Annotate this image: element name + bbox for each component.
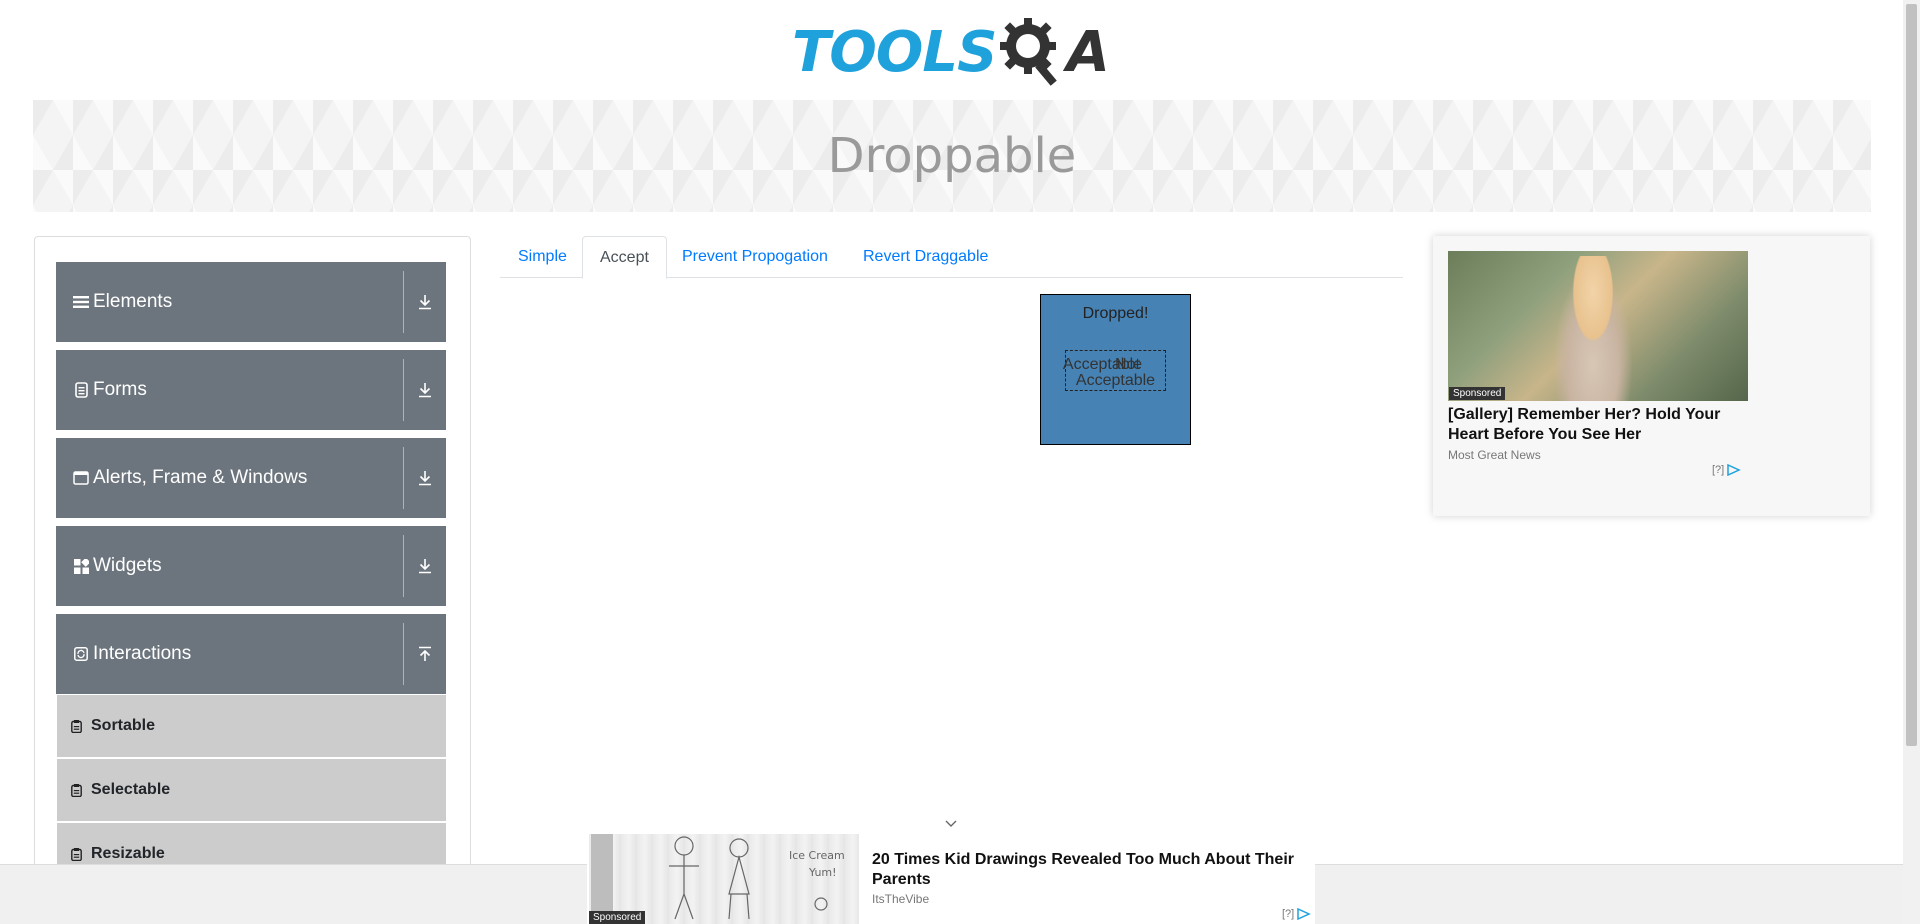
sponsored-badge: Sponsored [589,911,646,924]
sidebar-group-widgets[interactable]: Widgets [56,526,446,606]
not-acceptable-draggable[interactable]: Acceptable [1066,373,1165,389]
ad-info[interactable]: [?] [1282,908,1312,920]
download-arrow-icon[interactable] [404,558,446,574]
tab-revert-draggable[interactable]: Revert Draggable [845,236,1006,278]
sponsored-badge: Sponsored [1449,387,1506,400]
ad-image-person [1548,256,1638,401]
tab-accept[interactable]: Accept [582,236,667,279]
sidebar-item-label: Selectable [91,781,171,798]
sidebar-group-label: Alerts, Frame & Windows [93,467,308,488]
interactions-icon [73,646,89,662]
sidebar-group-forms[interactable]: Forms [56,350,446,430]
sidebar-item-label: Sortable [91,717,156,734]
svg-text:Ice Cream: Ice Cream [789,849,845,862]
draggable-stack[interactable]: Acceptable Not Acceptable [1063,350,1166,391]
logo-suffix: A [1066,19,1110,85]
adchoices-icon[interactable] [1727,464,1742,476]
page-scrollbar[interactable] [1903,0,1920,924]
ad-image[interactable]: Ice Cream Yum! Sponsored [589,834,859,924]
header: TOOLS A [0,0,1920,100]
list-icon [73,294,89,310]
sidebar-group-label: Widgets [93,555,162,576]
download-arrow-icon[interactable] [404,382,446,398]
adchoices-icon[interactable] [1297,908,1312,920]
scrollbar-thumb[interactable] [1906,4,1917,746]
window-icon [73,470,89,486]
not-acceptable-draggable-first-line[interactable]: Not [1078,357,1177,373]
widgets-icon [73,558,89,574]
upload-arrow-icon[interactable] [404,646,446,662]
clipboard-icon [71,783,83,797]
page-title: Droppable [827,128,1077,184]
sidebar-group-interactions[interactable]: Interactions [56,614,446,694]
droppable-target[interactable]: Dropped! Acceptable Not Acceptable [1040,294,1191,445]
ad-image[interactable]: Sponsored [1448,251,1748,401]
sidebar-item-selectable[interactable]: Selectable [57,759,446,821]
sidebar-group-elements[interactable]: Elements [56,262,446,342]
sidebar-group-alerts-frame-windows[interactable]: Alerts, Frame & Windows [56,438,446,518]
tab-simple[interactable]: Simple [500,236,585,278]
page-root: TOOLS A Droppable Elements Forms Alerts,… [0,0,1920,924]
form-icon [73,382,89,398]
bottom-advertisement[interactable]: Ice Cream Yum! Sponsored 20 Times Kid Dr… [587,834,1315,924]
logo-text: TOOLS [792,19,997,85]
ad-headline[interactable]: [Gallery] Remember Her? Hold Your Heart … [1448,405,1748,445]
drop-status-text: Dropped! [1082,305,1149,322]
ad-headline[interactable]: 20 Times Kid Drawings Revealed Too Much … [872,850,1312,890]
clipboard-icon [71,847,83,861]
page-banner: Droppable [33,100,1871,212]
ad-help-link[interactable]: [?] [1712,464,1724,476]
sidebar-group-label: Elements [93,291,173,312]
sidebar-group-label: Interactions [93,643,192,664]
droppable-tabs: Simple Accept Prevent Propogation Revert… [500,236,1403,279]
chevron-down-icon[interactable] [945,818,957,830]
sidebar-group-label: Forms [93,379,147,400]
ad-help-link[interactable]: [?] [1282,908,1294,920]
clipboard-icon [71,719,83,733]
sidebar-item-label: Resizable [91,845,165,862]
ad-source[interactable]: ItsTheVibe [872,892,929,906]
ad-source[interactable]: Most Great News [1448,448,1541,462]
toolsqa-logo[interactable]: TOOLS A [792,14,1122,90]
sidebar-item-sortable[interactable]: Sortable [57,695,446,757]
download-arrow-icon[interactable] [404,294,446,310]
svg-text:Yum!: Yum! [808,866,837,879]
ad-info[interactable]: [?] [1712,464,1742,476]
sidebar: Elements Forms Alerts, Frame & Windows W… [34,236,471,924]
tab-prevent-propogation[interactable]: Prevent Propogation [664,236,846,278]
sidebar-advertisement[interactable]: Sponsored [Gallery] Remember Her? Hold Y… [1433,236,1870,516]
download-arrow-icon[interactable] [404,470,446,486]
logo-gear-magnifier-icon [1000,18,1058,86]
